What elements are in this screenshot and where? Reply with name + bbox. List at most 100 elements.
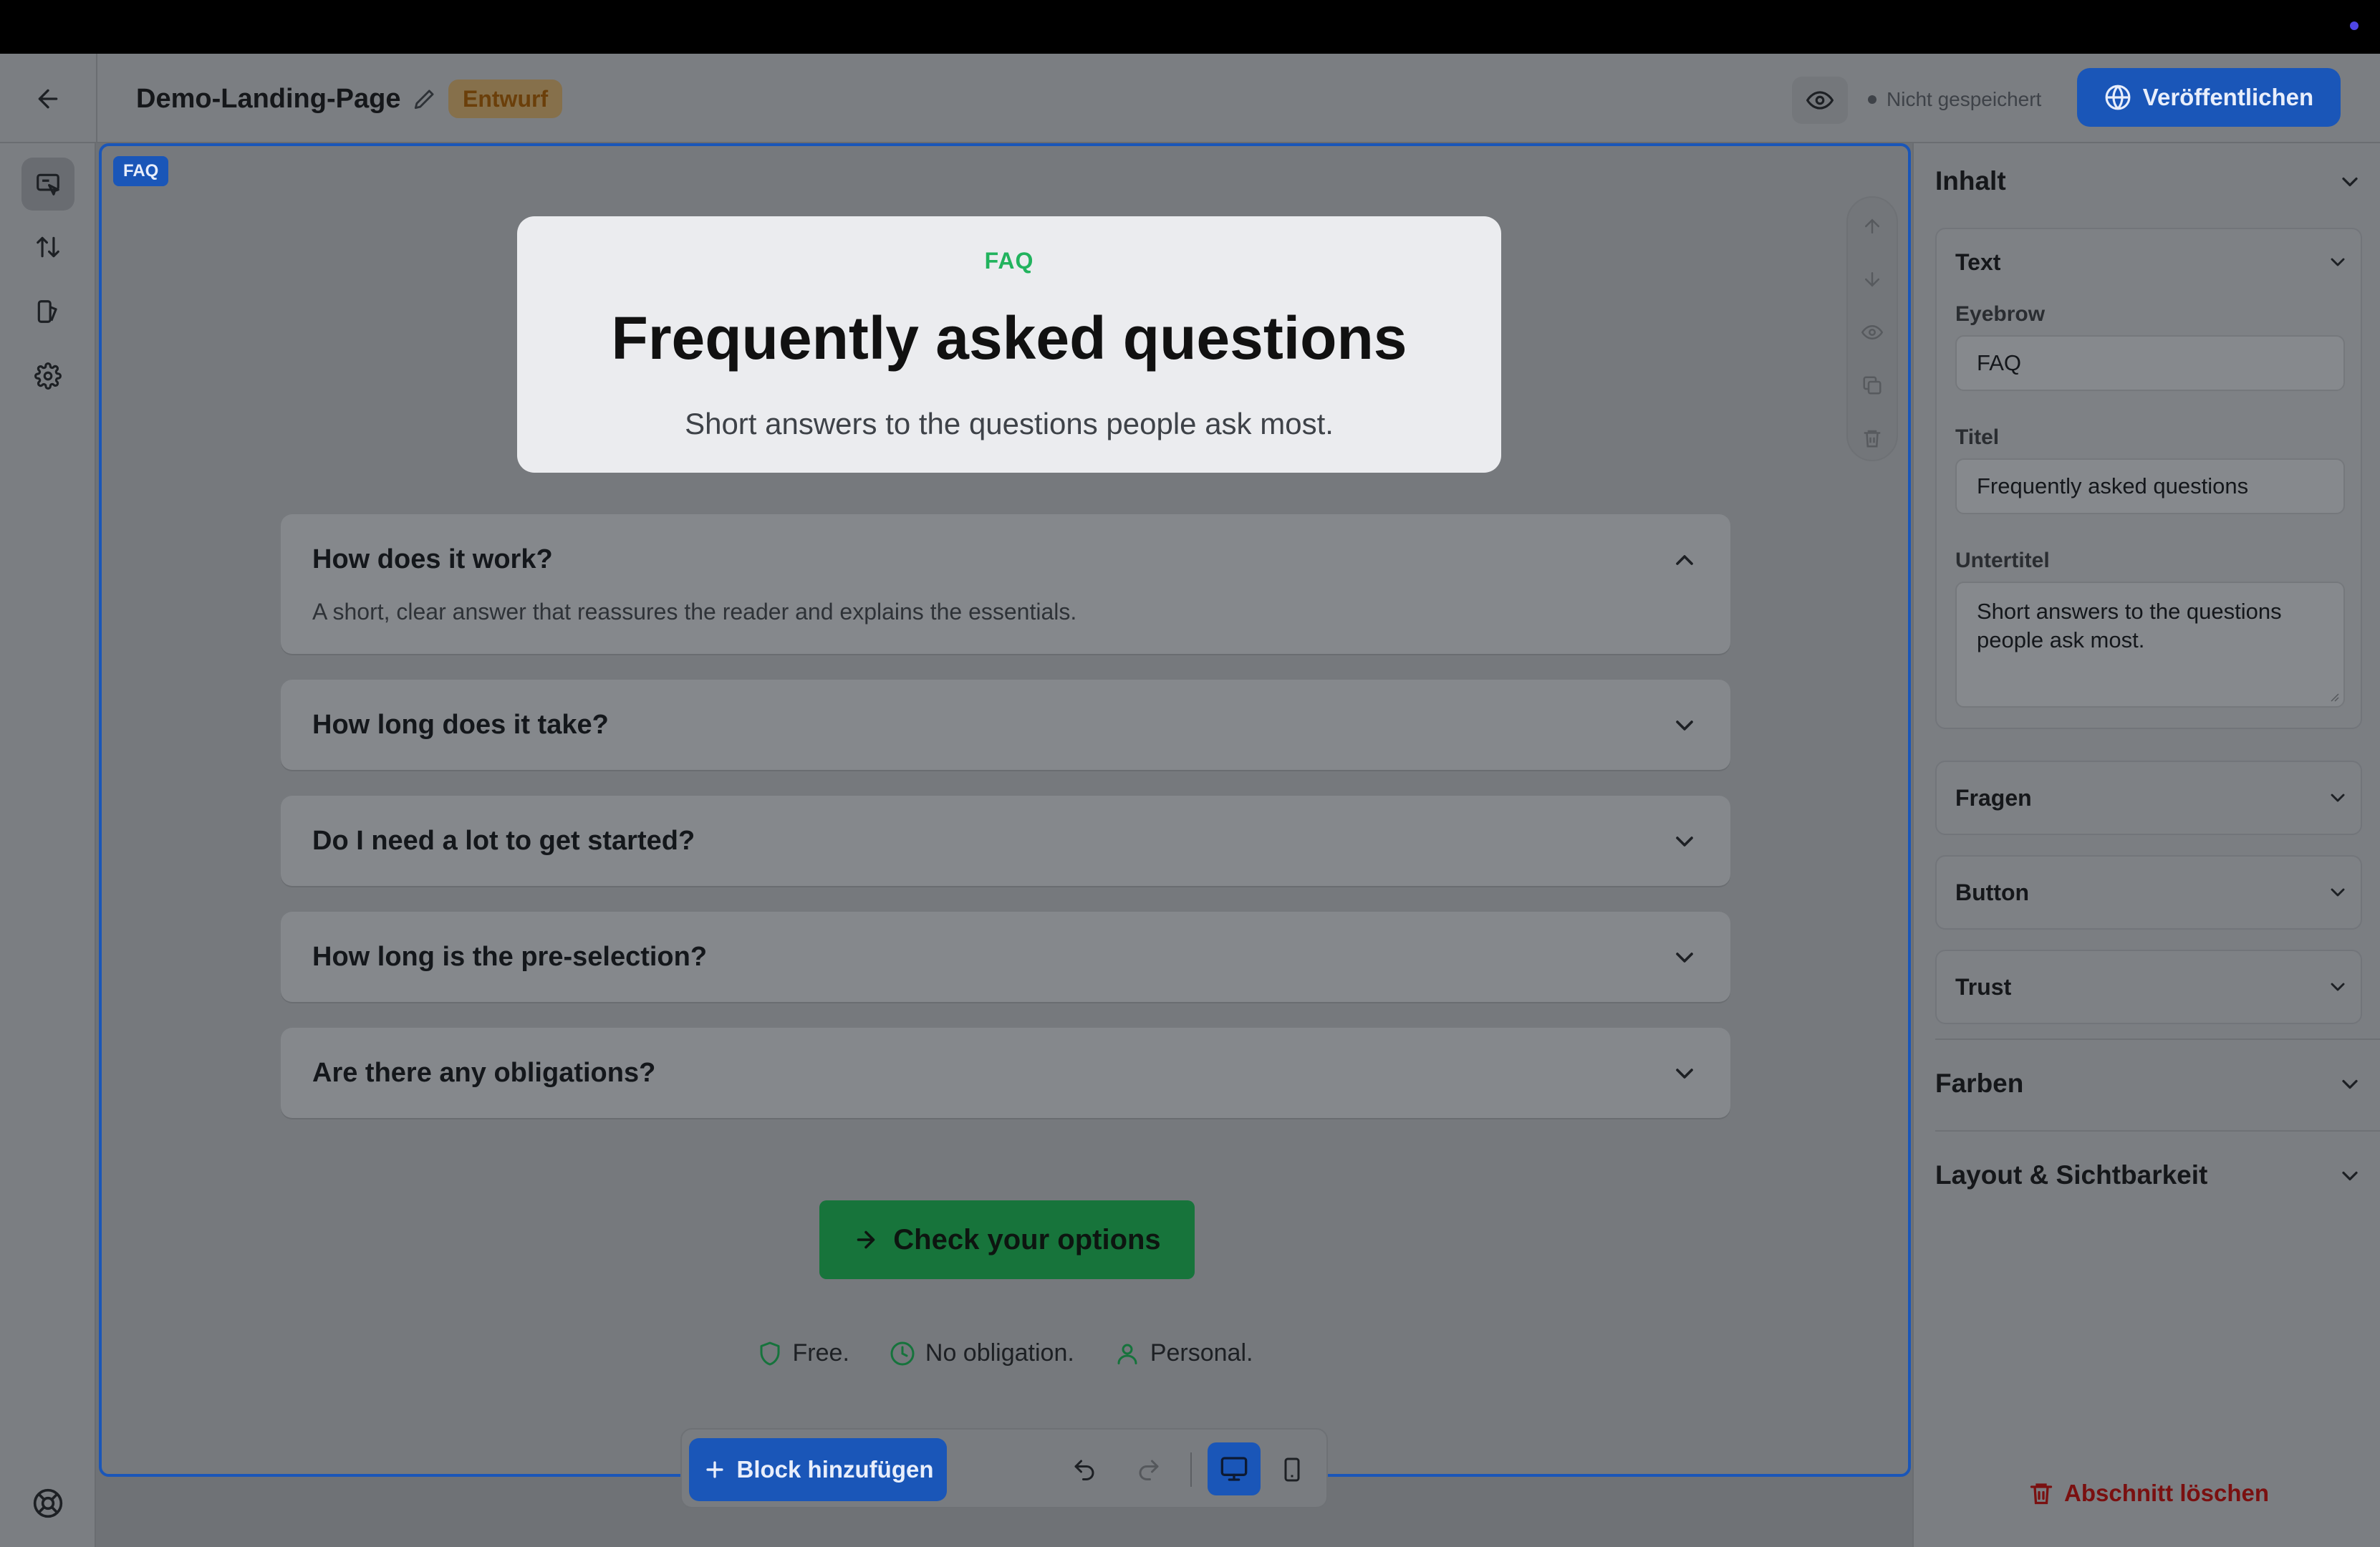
faq-question: How long does it take? <box>312 710 609 740</box>
layout-pointer-icon <box>37 173 59 196</box>
button-card-heading: Button <box>1955 879 2030 905</box>
subtitle-textarea[interactable]: Short answers to the questions people as… <box>1955 582 2345 708</box>
trust-item: No obligation. <box>890 1339 1074 1367</box>
faq-list: How does it work? A short, clear answer … <box>281 514 1730 1144</box>
trust-label: Free. <box>792 1339 849 1367</box>
subtitle-label: Untertitel <box>1955 549 2050 572</box>
faq-item[interactable]: Do I need a lot to get started? <box>281 796 1730 886</box>
chevron-down-icon[interactable] <box>2337 169 2363 195</box>
hero-eyebrow: FAQ <box>984 248 1034 274</box>
monitor-icon <box>1220 1457 1248 1481</box>
faq-question: How long is the pre-selection? <box>312 942 708 972</box>
rail-theme-button[interactable] <box>21 285 74 338</box>
shield-icon <box>760 1341 780 1365</box>
faq-answer: A short, clear answer that reassures the… <box>312 599 1077 625</box>
chevron-up-icon <box>1676 555 1693 565</box>
colors-section-heading[interactable]: Farben <box>1935 1069 2023 1099</box>
chevron-down-icon <box>2331 983 2345 991</box>
lifebuoy-icon <box>33 1488 63 1518</box>
faq-question: How does it work? <box>312 544 553 574</box>
panel-divider <box>1935 1038 2380 1040</box>
content-section-heading[interactable]: Inhalt <box>1935 166 2006 196</box>
panel-divider <box>1935 1130 2380 1132</box>
faq-question: Do I need a lot to get started? <box>312 826 695 856</box>
title-label: Titel <box>1955 425 2000 449</box>
delete-section-label: Abschnitt löschen <box>2064 1480 2270 1506</box>
title-input[interactable]: Frequently asked questions <box>1955 458 2345 514</box>
faq-question: Are there any obligations? <box>312 1058 656 1088</box>
arrow-down-icon <box>1865 272 1879 287</box>
layout-section-heading[interactable]: Layout & Sichtbarkeit <box>1935 1160 2207 1190</box>
rail-reorder-button[interactable] <box>21 221 74 274</box>
smartphone-icon <box>1284 1457 1300 1482</box>
resize-grip-icon[interactable] <box>2328 690 2339 702</box>
eyebrow-label: Eyebrow <box>1955 302 2046 326</box>
delete-block-button[interactable] <box>1852 418 1892 458</box>
publish-button[interactable]: Veröffentlichen <box>2077 68 2341 127</box>
redo-button[interactable] <box>1126 1447 1172 1493</box>
trash-icon <box>1864 430 1881 448</box>
button-card[interactable]: Button <box>1935 855 2362 930</box>
faq-item[interactable]: How does it work? A short, clear answer … <box>281 514 1730 654</box>
preview-button[interactable] <box>1792 77 1848 124</box>
trust-row: Free. No obligation. Personal. <box>102 1339 1908 1367</box>
rail-sections-button[interactable] <box>21 158 74 211</box>
chevron-down-icon <box>1676 837 1693 847</box>
trust-label: Personal. <box>1150 1339 1253 1367</box>
editor-header: Demo-Landing-Page Entwurf Nicht gespeich… <box>0 54 2380 143</box>
questions-card[interactable]: Fragen <box>1935 761 2362 835</box>
redo-icon <box>1139 1460 1159 1480</box>
delete-section-button[interactable]: Abschnitt löschen <box>2028 1480 2269 1507</box>
trash-icon <box>2030 1483 2053 1505</box>
move-up-button[interactable] <box>1852 206 1892 246</box>
faq-item[interactable]: How long does it take? <box>281 680 1730 770</box>
chevron-down-icon <box>1676 953 1693 963</box>
faq-item[interactable]: How long is the pre-selection? <box>281 912 1730 1002</box>
trust-card-heading: Trust <box>1955 974 2012 1000</box>
chevron-down-icon[interactable] <box>2337 1071 2363 1097</box>
properties-panel: Inhalt Text Eyebrow FAQ Titel Frequently… <box>1912 143 2380 1547</box>
rail-settings-button[interactable] <box>21 350 74 403</box>
move-down-button[interactable] <box>1852 259 1892 299</box>
trust-card[interactable]: Trust <box>1935 950 2362 1024</box>
undo-button[interactable] <box>1061 1447 1107 1493</box>
section-canvas[interactable]: FAQ FAQ Frequently asked questions Short… <box>99 143 1911 1477</box>
bottom-toolbar: Block hinzufügen <box>680 1428 1328 1508</box>
system-top-bar <box>0 0 2380 54</box>
faq-hero-card[interactable]: FAQ Frequently asked questions Short ans… <box>517 216 1501 473</box>
desktop-view-button[interactable] <box>1208 1442 1261 1495</box>
questions-card-heading: Fragen <box>1955 785 2032 811</box>
arrows-up-down-icon <box>37 236 59 258</box>
chevron-down-icon <box>2331 794 2345 802</box>
arrow-up-icon <box>1865 218 1879 233</box>
trust-item: Personal. <box>1114 1339 1253 1367</box>
eyebrow-input[interactable]: FAQ <box>1955 335 2345 391</box>
duplicate-button[interactable] <box>1852 365 1892 405</box>
cta-label: Check your options <box>893 1223 1161 1256</box>
chevron-down-icon <box>2331 888 2345 897</box>
palette-icon <box>37 300 57 323</box>
undo-icon <box>1074 1460 1094 1480</box>
cta-button[interactable]: Check your options <box>819 1200 1195 1279</box>
page-name: Demo-Landing-Page <box>136 84 401 114</box>
chevron-down-icon <box>1676 1069 1693 1079</box>
publish-label: Veröffentlichen <box>2142 84 2314 110</box>
camera-indicator <box>2350 21 2359 30</box>
section-tag: FAQ <box>113 156 169 186</box>
trust-label: No obligation. <box>925 1339 1074 1367</box>
chevron-down-icon[interactable] <box>2337 1163 2363 1189</box>
mobile-view-button[interactable] <box>1269 1447 1315 1493</box>
pencil-icon[interactable] <box>411 85 438 112</box>
gear-icon <box>34 362 62 390</box>
subtitle-value: Short answers to the questions people as… <box>1977 599 2282 652</box>
copy-icon <box>1863 376 1882 395</box>
chevron-down-icon[interactable] <box>2326 251 2349 274</box>
text-card-heading[interactable]: Text <box>1955 249 2000 276</box>
back-button[interactable] <box>29 79 67 118</box>
toggle-visibility-button[interactable] <box>1852 312 1892 352</box>
faq-item[interactable]: Are there any obligations? <box>281 1028 1730 1118</box>
help-button[interactable] <box>24 1480 72 1527</box>
add-block-button[interactable]: Block hinzufügen <box>689 1438 947 1501</box>
eye-icon <box>1806 91 1834 110</box>
chevron-down-icon <box>1676 721 1693 731</box>
